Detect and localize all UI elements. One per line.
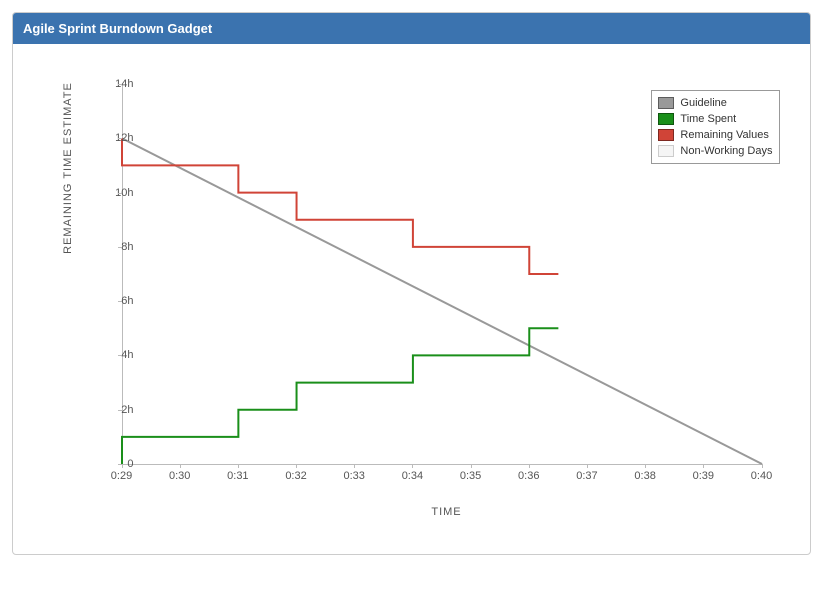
legend-swatch — [658, 97, 674, 109]
x-tick-label: 0:40 — [742, 470, 782, 482]
burndown-gadget: Agile Sprint Burndown Gadget REMAINING T… — [12, 12, 811, 555]
legend-label: Time Spent — [680, 111, 736, 127]
gadget-title: Agile Sprint Burndown Gadget — [23, 21, 212, 36]
legend-label: Remaining Values — [680, 127, 768, 143]
legend-item-remaining-values: Remaining Values — [658, 127, 772, 143]
x-tick-label: 0:30 — [160, 470, 200, 482]
y-tick-label: 12h — [84, 132, 134, 144]
x-tick-label: 0:36 — [509, 470, 549, 482]
x-tick-label: 0:33 — [334, 470, 374, 482]
gadget-body: REMAINING TIME ESTIMATE TIME Guideline T… — [13, 44, 810, 554]
series-remaining-values — [122, 138, 558, 274]
gadget-header: Agile Sprint Burndown Gadget — [13, 13, 810, 44]
legend-label: Non-Working Days — [680, 143, 772, 159]
y-tick-label: 2h — [84, 404, 134, 416]
x-tick-label: 0:35 — [451, 470, 491, 482]
y-tick-label: 8h — [84, 241, 134, 253]
y-tick-label: 10h — [84, 187, 134, 199]
chart: REMAINING TIME ESTIMATE TIME Guideline T… — [42, 64, 782, 524]
legend-swatch — [658, 113, 674, 125]
y-tick-label: 6h — [84, 295, 134, 307]
y-tick-label: 4h — [84, 349, 134, 361]
series-guideline — [122, 138, 762, 464]
y-tick-label: 0 — [84, 458, 134, 470]
x-tick-label: 0:37 — [567, 470, 607, 482]
x-axis-label: TIME — [42, 506, 782, 518]
x-tick-label: 0:29 — [102, 470, 142, 482]
x-tick-label: 0:39 — [683, 470, 723, 482]
y-tick-label: 14h — [84, 78, 134, 90]
legend-item-non-working-days: Non-Working Days — [658, 143, 772, 159]
legend-swatch — [658, 145, 674, 157]
legend-swatch — [658, 129, 674, 141]
legend: Guideline Time Spent Remaining Values No… — [651, 90, 779, 164]
y-axis-label: REMAINING TIME ESTIMATE — [62, 68, 74, 268]
legend-item-time-spent: Time Spent — [658, 111, 772, 127]
x-tick-label: 0:32 — [276, 470, 316, 482]
legend-item-guideline: Guideline — [658, 95, 772, 111]
series-time-spent — [122, 328, 558, 464]
legend-label: Guideline — [680, 95, 726, 111]
x-tick-label: 0:38 — [625, 470, 665, 482]
x-tick-label: 0:31 — [218, 470, 258, 482]
x-tick-label: 0:34 — [392, 470, 432, 482]
